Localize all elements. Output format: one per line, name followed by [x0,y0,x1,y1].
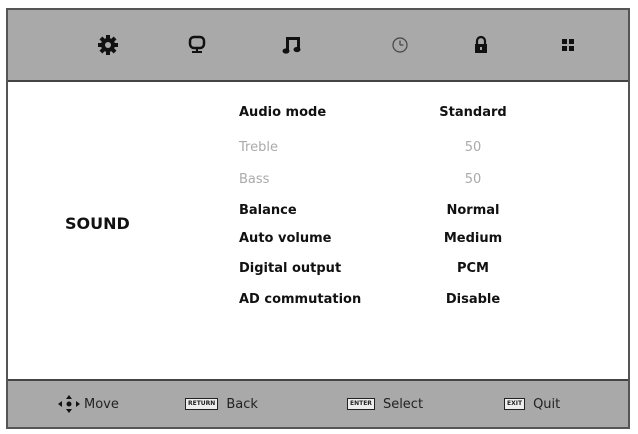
hint-select: ENTER Select [347,395,423,413]
arrows-icon [58,395,80,413]
hint-back: RETURN Back [185,395,258,413]
hint-move-label: Move [84,396,119,412]
tab-sound[interactable] [280,33,304,57]
menu-row-label: Bass [239,172,270,187]
menu-row[interactable]: Audio mode Standard [239,105,539,125]
menu-row-value: Normal [446,203,500,218]
menu-row-value: 50 [464,172,482,187]
clock-icon [392,37,408,53]
hint-move: Move [58,395,119,413]
menu-row-value: PCM [456,261,489,276]
menu-row-label: Digital output [239,261,342,276]
tab-lock[interactable] [469,33,493,57]
menu-row[interactable]: Digital output PCM [239,261,539,281]
hint-back-label: Back [226,396,258,412]
tab-settings[interactable] [96,33,120,57]
menu-row-label: Treble [239,140,278,155]
menu-row-value: Standard [439,105,507,120]
tab-setup[interactable] [556,33,580,57]
return-key-icon: RETURN [185,398,219,410]
enter-key-icon: ENTER [347,398,375,410]
menu-row-label: Balance [239,203,297,218]
menu-row[interactable]: Auto volume Medium [239,231,539,251]
tab-time[interactable] [388,33,412,57]
hint-quit: EXIT Quit [504,395,560,413]
tab-picture[interactable] [185,33,209,57]
monitor-icon [188,35,206,53]
menu-row: Bass 50 [239,172,539,192]
menu-row-value: Disable [445,292,501,307]
gear-icon [98,35,118,55]
lock-icon [475,35,487,53]
menu-row-label: AD commutation [239,292,362,307]
exit-key-icon: EXIT [504,398,526,410]
key-hint-bar: Move RETURN Back ENTER Select EXIT Quit [8,379,628,427]
section-title: SOUND [65,214,130,233]
grid-icon [562,39,574,51]
menu-row-value: Medium [443,231,503,246]
hint-quit-label: Quit [533,396,561,412]
tv-menu-window: SOUND Audio mode Standard Treble 50 Bass 50 Ba… [6,8,630,429]
menu-row-label: Auto volume [239,231,332,246]
menu-row[interactable]: AD commutation Disable [239,292,539,312]
menu-row[interactable]: Balance Normal [239,203,539,223]
hint-select-label: Select [382,396,424,412]
menu-row: Treble 50 [239,140,539,160]
menu-row-label: Audio mode [239,105,327,120]
music-note-icon [282,37,301,54]
category-tab-bar [8,10,628,82]
menu-row-value: 50 [464,140,482,155]
